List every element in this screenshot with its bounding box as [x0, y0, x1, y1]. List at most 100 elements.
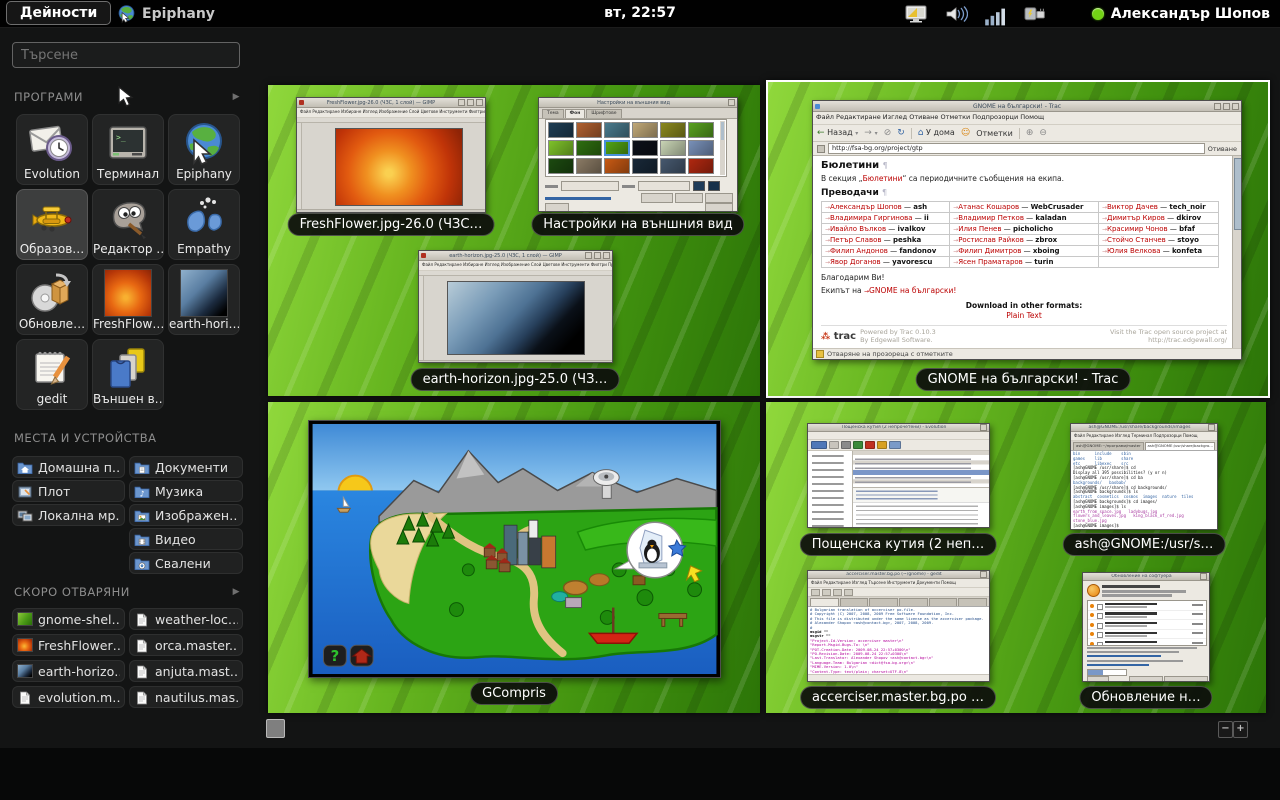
app-gedit[interactable]: gedit: [16, 339, 88, 410]
print-button[interactable]: [841, 441, 851, 449]
app-epiphany[interactable]: Epiphany: [168, 114, 240, 185]
wallpaper-thumb[interactable]: [548, 158, 574, 174]
app-terminal[interactable]: >_Терминал: [92, 114, 164, 185]
update-row[interactable]: [1088, 630, 1206, 640]
wallpaper-thumb[interactable]: [604, 122, 630, 138]
wallpaper-thumb[interactable]: [660, 122, 686, 138]
add-button[interactable]: [705, 193, 733, 203]
menubar[interactable]: [808, 432, 989, 440]
window-evolution-mail[interactable]: Пощенска кутия (2 непрочетени) - Evoluti…: [807, 423, 990, 528]
remove-button[interactable]: [675, 193, 703, 203]
place-item[interactable]: Документи: [129, 456, 243, 478]
maximize-button[interactable]: [1223, 103, 1230, 110]
app-evolution[interactable]: Evolution: [16, 114, 88, 185]
wallpaper-thumb[interactable]: [604, 140, 630, 156]
translator-name[interactable]: Петър Славов: [830, 236, 881, 244]
zoom-out-icon[interactable]: ⊖: [1039, 128, 1047, 138]
place-item[interactable]: Видео: [129, 528, 243, 550]
recent-item[interactable]: weather-loc…: [129, 608, 243, 630]
recent-item[interactable]: orca.master.…: [129, 634, 243, 656]
color-swatch[interactable]: [693, 181, 705, 191]
color-dropdown[interactable]: [638, 181, 690, 191]
wallpaper-thumb[interactable]: [604, 158, 630, 174]
recent-item[interactable]: evolution.m…: [12, 686, 125, 708]
recent-item[interactable]: gnome-shel…: [12, 608, 125, 630]
scrollbar[interactable]: [720, 121, 725, 175]
minimize-button[interactable]: [1214, 103, 1221, 110]
close-button[interactable]: [980, 571, 987, 578]
stop-button[interactable]: ⊘: [884, 128, 892, 138]
document-tab[interactable]: [899, 598, 928, 606]
titlebar[interactable]: accerciser.master.bg.po (~/gnome) - gedi…: [808, 571, 989, 579]
workspace-1[interactable]: FreshFlower.jpg-26.0 (ЧЗС, 1 слой) — GIM…: [268, 85, 760, 396]
wallpaper-thumb[interactable]: [688, 158, 714, 174]
app-updates[interactable]: Обновле…: [16, 264, 88, 335]
update-checkbox[interactable]: [1097, 613, 1103, 619]
titlebar[interactable]: GNOME на български! - Trac: [813, 101, 1241, 112]
more-info-link[interactable]: [1087, 655, 1161, 657]
place-item[interactable]: Свалени: [129, 552, 243, 574]
close-button[interactable]: [1200, 573, 1207, 580]
workspace-add-indicator[interactable]: [266, 719, 285, 738]
wallpaper-thumb[interactable]: [576, 140, 602, 156]
minimize-button[interactable]: [585, 252, 592, 259]
menubar[interactable]: Файл Редактиране Изглед Терминал Подпроз…: [1071, 432, 1217, 441]
terminal-output[interactable]: bin include sbingames lib shareetc libex…: [1071, 451, 1217, 529]
display-icon[interactable]: [904, 5, 928, 23]
document-tab[interactable]: [929, 598, 958, 606]
app-gcompris[interactable]: Образов…: [16, 189, 88, 260]
delete-button[interactable]: [865, 441, 875, 449]
go-button[interactable]: Отиване: [1208, 145, 1237, 153]
workspace-zoom-out-button[interactable]: −: [1218, 721, 1233, 738]
open-button[interactable]: [822, 589, 831, 596]
plain-text-link[interactable]: Plain Text: [821, 311, 1227, 320]
message-list[interactable]: [853, 451, 989, 488]
back-button[interactable]: ← Назад ▾: [817, 128, 858, 138]
translator-name[interactable]: Александър Шопов: [830, 203, 902, 211]
translator-name[interactable]: Димитър Киров: [1107, 214, 1165, 222]
bulletins-link[interactable]: Бюлетини: [863, 174, 903, 183]
menubar[interactable]: Файл Редактиране Изглед Отиване Отметки …: [813, 112, 1241, 125]
workspace-2-active[interactable]: GNOME на български! - Trac Файл Редактир…: [766, 80, 1270, 398]
network-signal-icon[interactable]: [984, 5, 1008, 23]
get-backgrounds-link[interactable]: [545, 197, 611, 200]
place-item[interactable]: Изображен…: [129, 504, 243, 526]
maximize-button[interactable]: [467, 99, 474, 106]
menubar[interactable]: Файл Редактиране Изглед Търсене Инструме…: [808, 579, 989, 588]
recent-item[interactable]: FreshFlower…: [12, 634, 125, 656]
window-terminal[interactable]: ash@GNOME:/usr/share/backgrounds/images …: [1070, 423, 1218, 530]
close-button[interactable]: [980, 424, 987, 431]
update-checkbox[interactable]: [1097, 632, 1103, 638]
titlebar[interactable]: Обновление на софтуера: [1083, 573, 1209, 581]
document-tab[interactable]: [840, 598, 869, 606]
clock[interactable]: вт, 22:57: [604, 0, 676, 27]
close-button[interactable]: [1232, 103, 1239, 110]
wallpaper-thumb[interactable]: [688, 140, 714, 156]
wallpaper-thumb[interactable]: [632, 140, 658, 156]
reply-button[interactable]: [853, 441, 863, 449]
tab-Тема[interactable]: Тема: [542, 109, 564, 118]
update-row[interactable]: [1088, 639, 1206, 646]
wallpaper-thumb[interactable]: [632, 158, 658, 174]
selected-message-row[interactable]: [853, 470, 989, 475]
help-button[interactable]: [1087, 676, 1109, 682]
translator-name[interactable]: Филип Димитров: [958, 247, 1021, 255]
document-tab[interactable]: [958, 598, 987, 606]
wallpaper-thumb[interactable]: [660, 140, 686, 156]
window-appearance-settings[interactable]: Настройки на външния вид ТемаФонШрифтове: [538, 97, 738, 212]
help-button[interactable]: [545, 203, 569, 212]
maximize-button[interactable]: [594, 252, 601, 259]
translator-name[interactable]: Стойчо Станчев: [1107, 236, 1166, 244]
translator-name[interactable]: Атанас Кошаров: [958, 203, 1019, 211]
wallpaper-thumb[interactable]: [548, 122, 574, 138]
close-button[interactable]: [603, 252, 610, 259]
window-update-manager[interactable]: Обновление на софтуера: [1082, 572, 1210, 682]
translator-name[interactable]: Красимир Чонов: [1107, 225, 1168, 233]
bookmarks-button[interactable]: Отметки: [976, 129, 1013, 138]
update-checkbox[interactable]: [1097, 642, 1103, 646]
titlebar[interactable]: earth-horizon.jpg-25.0 (ЧЗС, 1 слой) — G…: [419, 251, 612, 261]
menubar[interactable]: Файл Редактиране Избиране Изглед Изображ…: [419, 261, 612, 271]
translator-name[interactable]: Виктор Дачев: [1107, 203, 1158, 211]
window-gedit-po-file[interactable]: accerciser.master.bg.po (~/gnome) - gedi…: [807, 570, 990, 682]
volume-icon[interactable]: [944, 5, 968, 23]
